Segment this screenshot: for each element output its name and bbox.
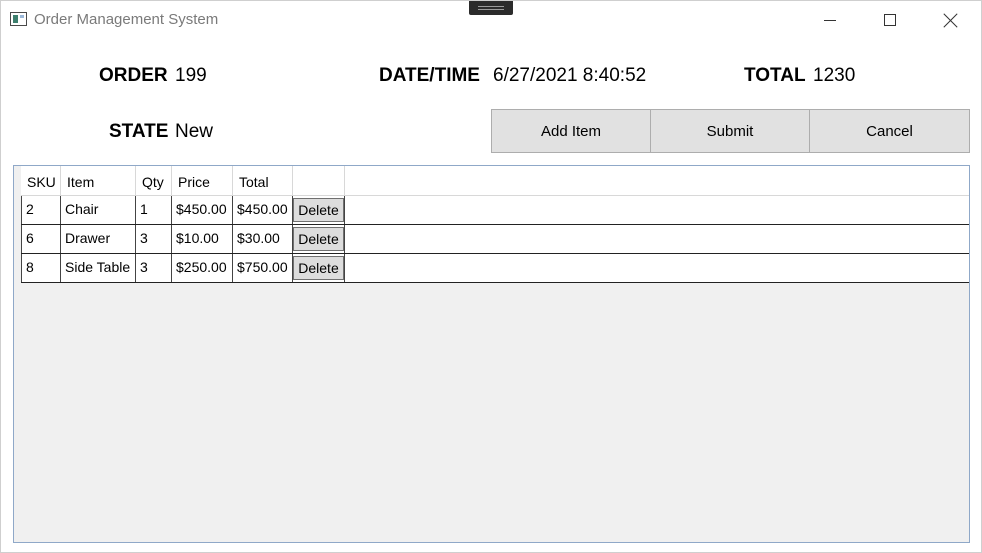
drag-handle[interactable] bbox=[469, 1, 513, 15]
close-icon bbox=[943, 13, 958, 28]
cell-divider bbox=[344, 225, 345, 253]
order-items-grid[interactable]: SKU Item Qty Price Total 2 Chair 1 $450.… bbox=[13, 165, 970, 543]
table-row[interactable]: 2 Chair 1 $450.00 $450.00 Delete bbox=[21, 196, 969, 225]
delete-button[interactable]: Delete bbox=[293, 256, 344, 280]
column-header-qty[interactable]: Qty bbox=[136, 166, 172, 196]
column-header-price[interactable]: Price bbox=[172, 166, 233, 196]
cell-qty: 3 bbox=[136, 254, 172, 282]
cell-sku: 6 bbox=[21, 225, 61, 253]
table-row[interactable]: 8 Side Table 3 $250.00 $750.00 Delete bbox=[21, 254, 969, 283]
column-header-sku[interactable]: SKU bbox=[21, 166, 61, 196]
cell-total: $30.00 bbox=[233, 225, 293, 253]
table-row[interactable]: 6 Drawer 3 $10.00 $30.00 Delete bbox=[21, 225, 969, 254]
window-title: Order Management System bbox=[34, 11, 219, 28]
cell-divider bbox=[344, 196, 345, 224]
cell-total: $450.00 bbox=[233, 196, 293, 224]
state-label: STATE bbox=[109, 121, 169, 142]
cell-total: $750.00 bbox=[233, 254, 293, 282]
maximize-button[interactable] bbox=[867, 1, 913, 41]
state-value: New bbox=[175, 121, 214, 142]
datetime-value: 6/27/2021 8:40:52 bbox=[493, 65, 647, 86]
grid-header-row: SKU Item Qty Price Total bbox=[21, 166, 969, 196]
maximize-icon bbox=[884, 14, 896, 26]
total-value: 1230 bbox=[813, 65, 856, 86]
cell-item: Drawer bbox=[61, 225, 136, 253]
column-header-total[interactable]: Total bbox=[233, 166, 293, 196]
cell-price: $250.00 bbox=[172, 254, 233, 282]
cell-price: $450.00 bbox=[172, 196, 233, 224]
cell-price: $10.00 bbox=[172, 225, 233, 253]
add-item-button[interactable]: Add Item bbox=[491, 109, 651, 153]
app-window: Order Management System ORDER 199 DATE/T… bbox=[0, 0, 982, 553]
cell-item: Side Table bbox=[61, 254, 136, 282]
minimize-button[interactable] bbox=[807, 1, 853, 41]
column-header-item[interactable]: Item bbox=[61, 166, 136, 196]
cell-sku: 8 bbox=[21, 254, 61, 282]
delete-button[interactable]: Delete bbox=[293, 198, 344, 222]
title-bar[interactable]: Order Management System bbox=[1, 1, 981, 41]
cell-divider bbox=[344, 254, 345, 282]
submit-button[interactable]: Submit bbox=[650, 109, 810, 153]
datetime-label: DATE/TIME bbox=[379, 65, 480, 86]
column-header-action[interactable] bbox=[293, 166, 345, 196]
cancel-button[interactable]: Cancel bbox=[809, 109, 970, 153]
order-label: ORDER bbox=[99, 65, 168, 86]
minimize-icon bbox=[824, 20, 836, 21]
total-label: TOTAL bbox=[744, 65, 806, 86]
close-button[interactable] bbox=[927, 1, 973, 41]
cell-qty: 3 bbox=[136, 225, 172, 253]
order-value: 199 bbox=[175, 65, 207, 86]
cell-qty: 1 bbox=[136, 196, 172, 224]
cell-sku: 2 bbox=[21, 196, 61, 224]
cell-item: Chair bbox=[61, 196, 136, 224]
delete-button[interactable]: Delete bbox=[293, 227, 344, 251]
app-icon bbox=[10, 12, 27, 26]
